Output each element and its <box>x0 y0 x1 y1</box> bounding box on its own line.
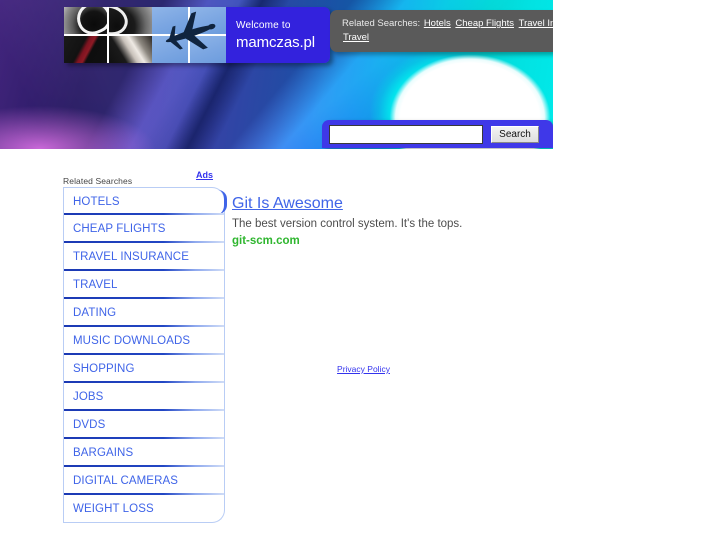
photo-tile-4 <box>109 36 152 63</box>
related-search-label: CHEAP FLIGHTS <box>73 223 166 235</box>
welcome-label: Welcome to <box>236 20 291 31</box>
list-item[interactable]: TRAVEL INSURANCE <box>63 243 225 271</box>
top-related-link-hotels[interactable]: Hotels <box>424 18 451 29</box>
list-item[interactable]: DATING <box>63 299 225 327</box>
related-search-label: DATING <box>73 307 117 319</box>
search-button[interactable]: Search <box>491 125 539 143</box>
footer: Privacy Policy <box>0 359 727 377</box>
top-related-searches-bar: Related Searches: Hotels Cheap Flights T… <box>330 10 553 52</box>
ads-link[interactable]: Ads <box>196 170 213 180</box>
related-searches-header: Related Searches Ads <box>63 170 225 186</box>
top-related-label: Related Searches: <box>342 18 421 29</box>
list-item[interactable]: TRAVEL <box>63 271 225 299</box>
list-item[interactable]: WEIGHT LOSS <box>63 495 225 523</box>
related-search-label: WEIGHT LOSS <box>73 502 154 515</box>
related-search-label: JOBS <box>73 391 104 403</box>
header-banner: Welcome to mamczas.pl Related Searches: … <box>0 0 553 149</box>
page-content: Related Searches Ads HOTELS CHEAP FLIGHT… <box>0 149 727 545</box>
airplane-tile-2 <box>190 7 226 34</box>
list-item[interactable]: HOTELS <box>63 187 227 215</box>
list-item[interactable]: MUSIC DOWNLOADS <box>63 327 225 355</box>
list-item[interactable]: DIGITAL CAMERAS <box>63 467 225 495</box>
photo-tile-3 <box>64 36 107 63</box>
airplane-tile-4 <box>190 36 226 63</box>
result-description: The best version control system. It's th… <box>232 218 463 230</box>
airplane-tile-1 <box>152 7 188 34</box>
top-related-link-travel[interactable]: Travel <box>343 32 369 43</box>
related-searches-heading: Related Searches <box>63 176 133 186</box>
related-search-label: TRAVEL <box>73 279 118 291</box>
list-item[interactable]: CHEAP FLIGHTS <box>63 215 225 243</box>
result-title-link[interactable]: Git Is Awesome <box>232 194 343 214</box>
search-input[interactable] <box>329 124 483 144</box>
photo-tile-grid <box>64 7 152 63</box>
photo-tile-1 <box>64 7 107 34</box>
related-search-label: DVDS <box>73 419 106 431</box>
site-domain: mamczas.pl <box>236 34 316 51</box>
related-searches-list: HOTELS CHEAP FLIGHTS TRAVEL INSURANCE TR… <box>63 187 227 523</box>
result-url: git-scm.com <box>232 235 300 247</box>
top-related-link-travel-insurance[interactable]: Travel Insurance <box>519 18 553 29</box>
welcome-box: Welcome to mamczas.pl <box>226 7 330 63</box>
airplane-tile-3 <box>152 36 188 63</box>
top-related-link-cheap-flights[interactable]: Cheap Flights <box>455 18 514 29</box>
photo-tile-2 <box>109 7 152 34</box>
related-search-label: TRAVEL INSURANCE <box>73 251 189 263</box>
privacy-policy-link[interactable]: Privacy Policy <box>337 364 390 374</box>
airplane-tile-grid <box>152 7 226 63</box>
corner-arc-decoration <box>218 190 227 214</box>
related-searches-column: Related Searches Ads HOTELS CHEAP FLIGHT… <box>63 170 227 523</box>
related-search-label: DIGITAL CAMERAS <box>73 475 179 487</box>
related-search-label: HOTELS <box>73 195 120 208</box>
results-area: Git Is Awesome The best version control … <box>232 194 562 249</box>
result-item: Git Is Awesome The best version control … <box>232 194 562 249</box>
site-logo: Welcome to mamczas.pl <box>64 7 330 63</box>
search-panel: Search <box>322 120 553 148</box>
list-item[interactable]: JOBS <box>63 383 225 411</box>
related-search-label: BARGAINS <box>73 447 134 459</box>
related-search-label: MUSIC DOWNLOADS <box>73 335 191 347</box>
list-item[interactable]: BARGAINS <box>63 439 225 467</box>
list-item[interactable]: DVDS <box>63 411 225 439</box>
